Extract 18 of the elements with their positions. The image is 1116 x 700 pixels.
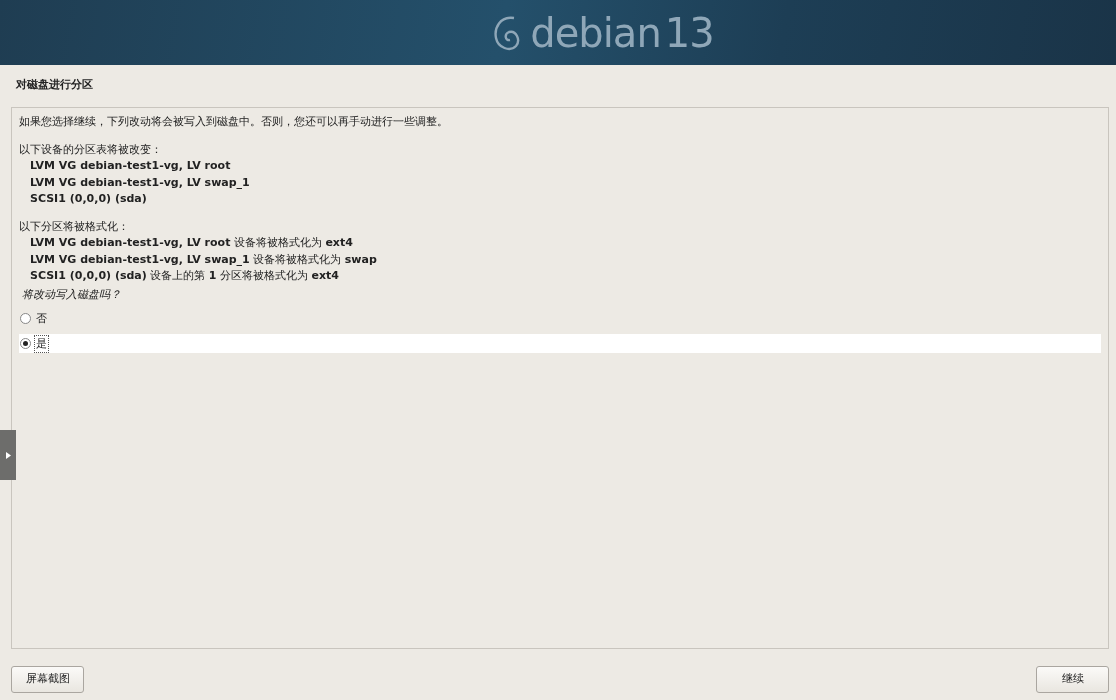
- device-item: LVM VG debian-test1-vg, LV swap_1: [29, 174, 251, 191]
- section-heading: 以下设备的分区表将被改变：: [19, 141, 163, 158]
- question-text: 将改动写入磁盘吗？: [21, 287, 122, 304]
- radio-option[interactable]: 是: [19, 334, 1101, 354]
- device-item: LVM VG debian-test1-vg, LV root: [29, 158, 232, 174]
- side-panel-toggle[interactable]: [0, 430, 16, 480]
- intro-text: 如果您选择继续，下列改动将会被写入到磁盘中。否则，您还可以再手动进行一些调整。: [19, 114, 449, 130]
- section-heading: 以下分区将被格式化：: [19, 218, 130, 235]
- logo-text: debian 13: [530, 12, 714, 53]
- format-item: LVM VG debian-test1-vg, LV swap_1 设备将被格式化为 swap: [29, 251, 378, 268]
- radio-option[interactable]: 否: [19, 309, 1101, 329]
- format-item: SCSI1 (0,0,0) (sda) 设备上的第 1 分区将被格式化为 ext4: [29, 268, 340, 284]
- screenshot-button[interactable]: 屏幕截图: [11, 666, 84, 693]
- format-item: LVM VG debian-test1-vg, LV root 设备将被格式化为 ext4: [29, 235, 354, 251]
- continue-button[interactable]: 继续: [1036, 666, 1109, 693]
- arrow-icon: [5, 451, 11, 459]
- page-title: 对磁盘进行分区: [15, 77, 94, 93]
- device-item: SCSI1 (0,0,0) (sda): [29, 191, 148, 207]
